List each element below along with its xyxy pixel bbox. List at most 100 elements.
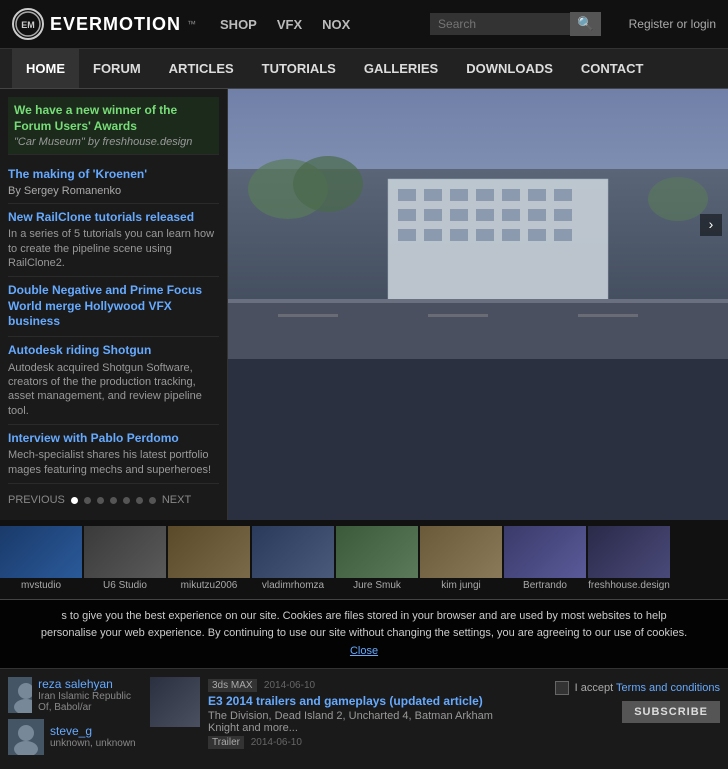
next-button[interactable]: NEXT (162, 494, 191, 506)
news-title-4[interactable]: Autodesk riding Shotgun (8, 343, 219, 359)
brand-name: EVERMOTION (50, 14, 181, 35)
subscribe-button[interactable]: SUBSCRIBE (622, 701, 720, 723)
news-sub-1: By Sergey Romanenko (8, 185, 219, 197)
cookie-banner: s to give you the best experience on our… (0, 599, 728, 668)
svg-text:›: › (709, 216, 714, 232)
nav-tutorials[interactable]: TUTORIALS (248, 49, 350, 88)
slideshow-controls: PREVIOUS NEXT (8, 488, 219, 512)
search-button[interactable]: 🔍 (570, 12, 601, 36)
dot-5[interactable] (123, 497, 130, 504)
format-date: 2014-06-10 (264, 680, 315, 691)
user-name-2[interactable]: steve_g (50, 724, 136, 738)
article-meta-1: Trailer 2014-06-10 (208, 737, 508, 748)
main-content: We have a new winner of the Forum Users'… (0, 89, 728, 520)
thumb-label-vladimr: vladimrhomza (252, 578, 334, 593)
nav-downloads[interactable]: DOWNLOADS (452, 49, 567, 88)
search-input[interactable] (430, 13, 570, 35)
thumb-label-mikutzu: mikutzu2006 (168, 578, 250, 593)
terms-checkbox[interactable] (555, 681, 569, 695)
user-item-2: steve_g unknown, unknown (8, 719, 138, 755)
top-navigation: SHOP VFX NOX (220, 17, 350, 32)
search-area: 🔍 (430, 12, 601, 36)
news-title-5[interactable]: Interview with Pablo Perdomo (8, 431, 219, 447)
user-list: reza salehyan Iran Islamic Republic Of, … (8, 677, 138, 761)
article-tag: Trailer (208, 736, 244, 749)
hero-area: › (228, 89, 728, 520)
news-body-4: Autodesk acquired Shotgun Software, crea… (8, 361, 219, 418)
nav-forum[interactable]: FORUM (79, 49, 155, 88)
user-info-1: reza salehyan Iran Islamic Republic Of, … (38, 677, 138, 713)
thumb-bertrando[interactable]: Bertrando (504, 526, 586, 593)
top-nav-shop[interactable]: SHOP (220, 17, 257, 32)
site-header: EM EVERMOTION™ SHOP VFX NOX 🔍 Register o… (0, 0, 728, 49)
cookie-close-button[interactable]: Close (40, 643, 688, 660)
hero-image: › (228, 89, 728, 359)
user-location-1: Iran Islamic Republic Of, Babol/ar (38, 691, 138, 713)
thumb-freshhouse[interactable]: freshhouse.design (588, 526, 670, 593)
cookie-text: s to give you the best experience on our… (41, 610, 687, 639)
nav-home[interactable]: HOME (12, 49, 79, 88)
previous-button[interactable]: PREVIOUS (8, 494, 65, 506)
dot-3[interactable] (97, 497, 104, 504)
thumb-label-kimjungi: kim jungi (420, 578, 502, 593)
dot-2[interactable] (84, 497, 91, 504)
subscribe-row: I accept Terms and conditions (555, 681, 720, 695)
svg-text:EM: EM (21, 20, 35, 30)
user-avatar-2 (8, 719, 44, 755)
thumbnail-strip: mvstudio U6 Studio mikutzu2006 vladimrho… (0, 520, 728, 599)
bottom-section: reza salehyan Iran Islamic Republic Of, … (0, 668, 728, 769)
news-item-5: Interview with Pablo Perdomo Mech-specia… (8, 425, 219, 484)
news-item-1: The making of 'Kroenen' By Sergey Romane… (8, 161, 219, 204)
forum-winner-subtitle: "Car Museum" by freshhouse.design (14, 136, 213, 148)
news-title-1[interactable]: The making of 'Kroenen' (8, 167, 219, 183)
article-list: 3ds MAX 2014-06-10 E3 2014 trailers and … (150, 677, 508, 761)
nav-articles[interactable]: ARTICLES (155, 49, 248, 88)
news-body-5: Mech-specialist shares his latest portfo… (8, 448, 219, 477)
news-item-2: New RailClone tutorials released In a se… (8, 204, 219, 277)
sidebar: We have a new winner of the Forum Users'… (0, 89, 228, 520)
nav-galleries[interactable]: GALLERIES (350, 49, 452, 88)
article-desc-1: The Division, Dead Island 2, Uncharted 4… (208, 710, 508, 734)
thumb-label-freshhouse: freshhouse.design (588, 578, 670, 593)
news-body-2: In a series of 5 tutorials you can learn… (8, 227, 219, 270)
thumb-label-mvstudio: mvstudio (0, 578, 82, 593)
thumb-mvstudio[interactable]: mvstudio (0, 526, 82, 593)
user-location-2: unknown, unknown (50, 738, 136, 749)
user-item-1: reza salehyan Iran Islamic Republic Of, … (8, 677, 138, 713)
dot-7[interactable] (149, 497, 156, 504)
thumb-u6studio[interactable]: U6 Studio (84, 526, 166, 593)
article-date: 2014-06-10 (251, 737, 302, 748)
thumb-jure[interactable]: Jure Smuk (336, 526, 418, 593)
news-title-2[interactable]: New RailClone tutorials released (8, 210, 219, 226)
article-item-1: 3ds MAX 2014-06-10 E3 2014 trailers and … (150, 677, 508, 748)
article-title-1[interactable]: E3 2014 trailers and gameplays (updated … (208, 694, 508, 708)
user-avatar-1 (8, 677, 32, 713)
user-info-2: steve_g unknown, unknown (50, 724, 136, 749)
format-tag: 3ds MAX (208, 679, 257, 692)
news-title-3[interactable]: Double Negative and Prime Focus World me… (8, 283, 219, 330)
accept-text: I accept (575, 682, 614, 694)
thumb-label-bertrando: Bertrando (504, 578, 586, 593)
thumb-label-u6studio: U6 Studio (84, 578, 166, 593)
dot-4[interactable] (110, 497, 117, 504)
thumb-mikutzu[interactable]: mikutzu2006 (168, 526, 250, 593)
dot-1[interactable] (71, 497, 78, 504)
user-name-1[interactable]: reza salehyan (38, 677, 138, 691)
news-item-4: Autodesk riding Shotgun Autodesk acquire… (8, 337, 219, 425)
article-info-1: 3ds MAX 2014-06-10 E3 2014 trailers and … (208, 677, 508, 748)
thumb-vladimr[interactable]: vladimrhomza (252, 526, 334, 593)
nav-contact[interactable]: CONTACT (567, 49, 658, 88)
top-nav-vfx[interactable]: VFX (277, 17, 302, 32)
subscribe-label: I accept Terms and conditions (575, 682, 720, 694)
subscribe-area: I accept Terms and conditions SUBSCRIBE (520, 677, 720, 761)
terms-link[interactable]: Terms and conditions (616, 682, 720, 694)
logo-icon: EM (12, 8, 44, 40)
register-login-link[interactable]: Register or login (629, 17, 716, 31)
thumb-label-jure: Jure Smuk (336, 578, 418, 593)
thumb-kimjungi[interactable]: kim jungi (420, 526, 502, 593)
top-nav-nox[interactable]: NOX (322, 17, 350, 32)
news-item-3: Double Negative and Prime Focus World me… (8, 277, 219, 337)
dot-6[interactable] (136, 497, 143, 504)
forum-winner-title[interactable]: We have a new winner of the Forum Users'… (14, 103, 213, 134)
logo-area: EM EVERMOTION™ (12, 8, 196, 40)
